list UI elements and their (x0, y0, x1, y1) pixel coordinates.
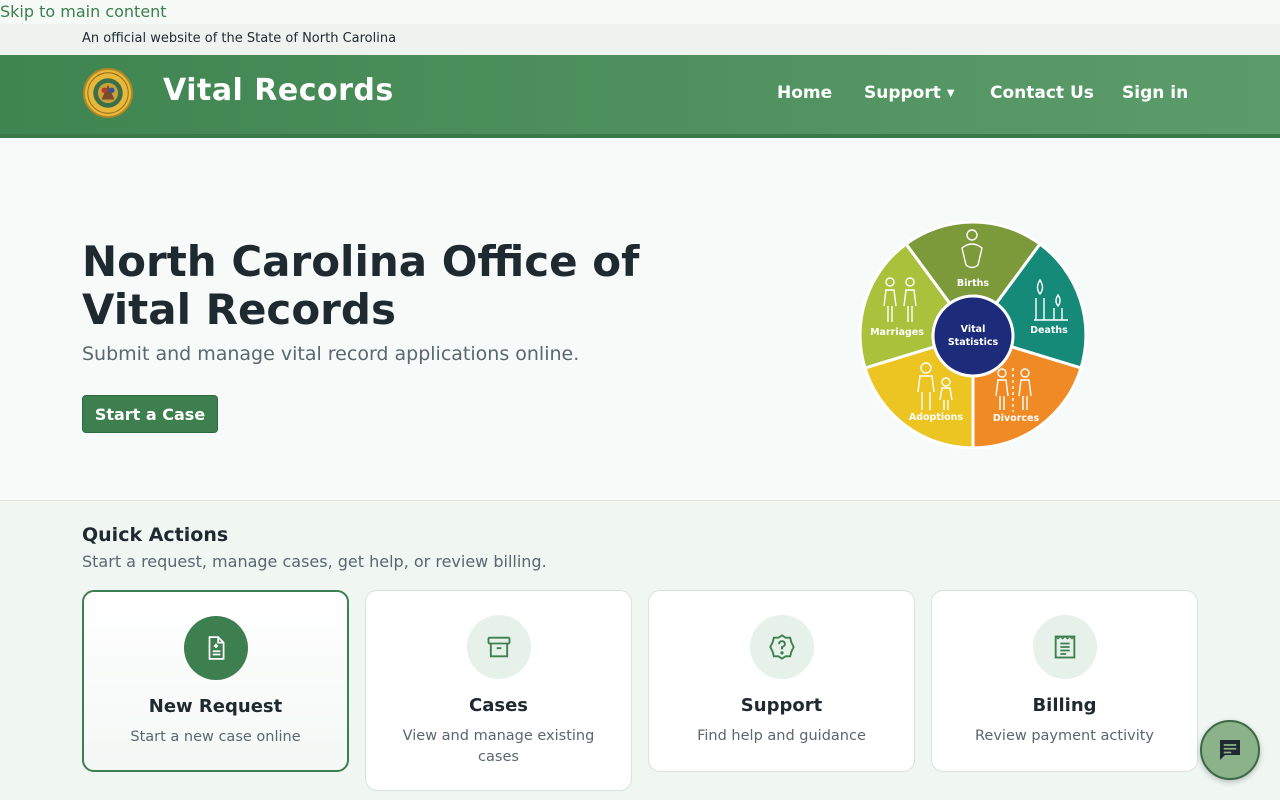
card-title: New Request (148, 696, 283, 717)
help-badge-icon (749, 615, 814, 679)
card-title: Support (740, 695, 823, 716)
site-header: Vital Records Home Support ▼ Contact Us S… (0, 55, 1280, 138)
official-banner-text: An official website of the State of Nort… (82, 31, 397, 46)
card-new-request[interactable]: New Request Start a new case online (82, 590, 349, 772)
nav-home[interactable]: Home (777, 83, 832, 107)
wheel-label-deaths: Deaths (1030, 325, 1068, 336)
chat-button[interactable] (1200, 720, 1260, 780)
official-banner: An official website of the State of Nort… (0, 24, 1280, 55)
card-title: Cases (469, 695, 528, 716)
archive-icon (466, 615, 531, 679)
card-cases[interactable]: Cases View and manage existing cases (365, 590, 632, 791)
wheel-label-divorces: Divorces (993, 413, 1040, 424)
wheel-center (931, 294, 1015, 378)
wheel-label-marriages: Marriages (870, 327, 924, 338)
card-billing[interactable]: Billing Review payment activity (931, 590, 1198, 772)
wheel-center-line1: Vital (961, 324, 986, 335)
card-description: Find help and guidance (697, 728, 866, 744)
site-title[interactable]: Vital Records (163, 73, 394, 108)
document-icon (183, 616, 248, 680)
vital-statistics-wheel: Births Deaths Divorces Adoptions Marriag… (858, 220, 1088, 450)
quick-actions-title: Quick Actions (82, 524, 229, 546)
nav-contact-us[interactable]: Contact Us (990, 83, 1094, 107)
nav-support-dropdown[interactable]: Support ▼ (864, 83, 955, 107)
start-case-button[interactable]: Start a Case (82, 395, 218, 433)
hero-section: North Carolina Office of Vital Records S… (0, 138, 1280, 501)
wheel-center-line2: Statistics (948, 337, 999, 348)
card-title: Billing (1032, 695, 1097, 716)
card-support[interactable]: Support Find help and guidance (648, 590, 915, 772)
wheel-label-births: Births (957, 278, 989, 289)
card-description: Review payment activity (975, 728, 1154, 744)
hero-subtitle: Submit and manage vital record applicati… (82, 343, 580, 365)
skip-to-main-link[interactable]: Skip to main content (0, 2, 167, 21)
chevron-down-icon: ▼ (946, 87, 955, 99)
chat-icon (1220, 740, 1240, 760)
nav-sign-in[interactable]: Sign in (1122, 83, 1188, 107)
nav-support-label: Support (864, 83, 941, 103)
receipt-icon (1032, 615, 1097, 679)
wheel-label-adoptions: Adoptions (909, 412, 964, 423)
card-description: Start a new case online (130, 729, 301, 745)
card-description: View and manage existing cases (402, 728, 595, 765)
quick-actions-subtitle: Start a request, manage cases, get help,… (82, 552, 547, 571)
page-title: North Carolina Office of Vital Records (82, 237, 640, 334)
quick-actions-section: Quick Actions Start a request, manage ca… (0, 502, 1280, 800)
state-seal-logo[interactable] (83, 68, 133, 118)
